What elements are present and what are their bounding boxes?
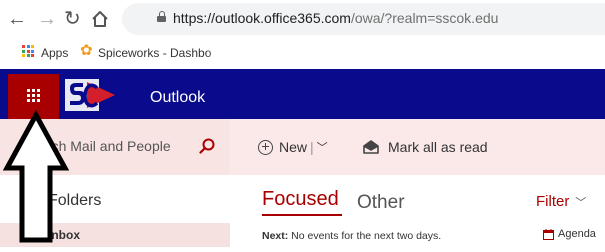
forward-arrow-icon[interactable]: → <box>37 8 57 30</box>
url-path: /owa/?realm=sscok.edu <box>350 10 499 26</box>
tab-focused[interactable]: Focused <box>262 188 339 211</box>
active-tab-indicator <box>262 214 342 216</box>
chevron-down-icon: ﹀ <box>575 197 587 209</box>
mark-all-read-label: Mark all as read <box>388 139 488 155</box>
next-events-text: Next: No events for the next two days. <box>262 230 441 242</box>
mark-all-read-button[interactable]: Mark all as read <box>363 136 488 158</box>
next-events-message: No events for the next two days. <box>288 230 442 242</box>
bookmark-apps[interactable]: Apps <box>41 46 68 60</box>
new-label: New <box>279 139 308 155</box>
url-text[interactable]: https://outlook.office365.com/owa/?realm… <box>173 10 498 26</box>
home-icon[interactable] <box>90 8 110 29</box>
filter-button[interactable]: Filter ﹀ <box>536 193 586 210</box>
envelope-open-icon <box>363 140 379 154</box>
app-title[interactable]: Outlook <box>150 89 205 107</box>
tab-other[interactable]: Other <box>357 192 405 214</box>
back-arrow-icon[interactable]: ← <box>7 8 27 30</box>
waffle-icon <box>27 89 40 102</box>
agenda-button[interactable]: Agenda <box>543 228 596 240</box>
url-host: https://outlook.office365.com <box>173 10 351 26</box>
search-icon[interactable] <box>199 138 215 154</box>
new-message-button[interactable]: New | ﹀ <box>258 136 328 158</box>
organization-logo[interactable] <box>63 76 117 114</box>
filter-label: Filter <box>536 193 570 210</box>
plus-circle-icon <box>258 139 273 155</box>
bookmark-spiceworks[interactable]: Spiceworks - Dashbo <box>98 46 226 60</box>
calendar-icon <box>543 228 554 240</box>
annotation-up-arrow-icon <box>2 110 70 243</box>
browser-toolbar: ← → ↻ https://outlook.office365.com/owa/… <box>0 0 605 39</box>
apps-grid-icon[interactable] <box>22 45 34 57</box>
agenda-label: Agenda <box>558 228 596 240</box>
separator: | <box>310 139 314 155</box>
spiceworks-icon: ✿ <box>80 42 93 59</box>
bookmarks-bar: Apps ✿ Spiceworks - Dashbo <box>0 39 605 66</box>
chevron-down-icon[interactable]: ﹀ <box>317 139 328 155</box>
reload-icon[interactable]: ↻ <box>64 8 81 30</box>
lock-icon <box>157 11 166 22</box>
next-prefix: Next: <box>262 230 289 242</box>
